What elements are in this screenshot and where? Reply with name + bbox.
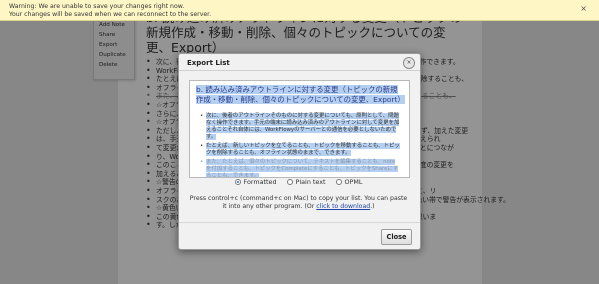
preview-item-list: 次に、後者のアウトラインそのものに対する変更についても、原則として、問題なく操作…	[200, 113, 400, 178]
warning-line-1: Warning: We are unable to save your chan…	[9, 3, 185, 10]
preview-item-text: たとえば、新しいトピックを立てることも、トピックを移動することも、トピックを削除…	[206, 143, 400, 156]
preview-item: たとえば、新しいトピックを立てることも、トピックを移動することも、トピックを削除…	[200, 143, 400, 157]
radio-button[interactable]	[286, 179, 293, 185]
help-text-after: .)	[370, 203, 375, 211]
format-option-formatted[interactable]: Formatted	[234, 178, 277, 186]
copy-instructions: Press control+c (command+c on Mac) to co…	[189, 195, 408, 212]
format-option-label: Plain text	[295, 178, 326, 186]
format-option-plain-text[interactable]: Plain text	[286, 178, 326, 186]
preview-item-text: また、たとえば、個々のトピックについて、テキストを編集することも、noteを付加…	[206, 159, 399, 178]
help-text-before: Press control+c (command+c on Mac) to co…	[189, 195, 408, 211]
close-button[interactable]: Close	[381, 229, 412, 245]
preview-heading-text: b. 読み込み済みアウトラインに対する変更（トピックの新規作成・移動・削除、個々…	[196, 85, 405, 104]
export-list-dialog: Export List × b. 読み込み済みアウトラインに対する変更（トピック…	[178, 53, 421, 250]
format-option-opml[interactable]: OPML	[335, 178, 363, 186]
title-divider	[179, 70, 420, 71]
preview-item: 次に、後者のアウトラインそのものに対する変更についても、原則として、問題なく操作…	[200, 113, 400, 141]
warning-close-icon[interactable]: ×	[580, 4, 587, 13]
button-divider	[179, 222, 420, 223]
dialog-close-icon[interactable]: ×	[403, 57, 415, 69]
radio-button[interactable]	[335, 179, 342, 185]
offline-warning-banner: Warning: We are unable to save your chan…	[0, 0, 599, 21]
preview-item: また、たとえば、個々のトピックについて、テキストを編集することも、noteを付加…	[200, 159, 400, 178]
format-option-label: Formatted	[243, 178, 277, 186]
preview-heading: b. 読み込み済みアウトラインに対する変更（トピックの新規作成・移動・削除、個々…	[196, 85, 405, 105]
export-format-options: Formatted Plain text OPML	[189, 178, 408, 189]
warning-line-2: Your changes will be saved when we can r…	[9, 11, 212, 18]
format-option-label: OPML	[344, 178, 363, 186]
download-link[interactable]: click to download	[316, 203, 370, 210]
preview-item-text: 次に、後者のアウトラインそのものに対する変更についても、原則として、問題なく操作…	[206, 113, 400, 140]
radio-button[interactable]	[234, 179, 241, 185]
dialog-title: Export List	[187, 59, 230, 67]
export-preview-box[interactable]: b. 読み込み済みアウトラインに対する変更（トピックの新規作成・移動・削除、個々…	[189, 80, 410, 178]
